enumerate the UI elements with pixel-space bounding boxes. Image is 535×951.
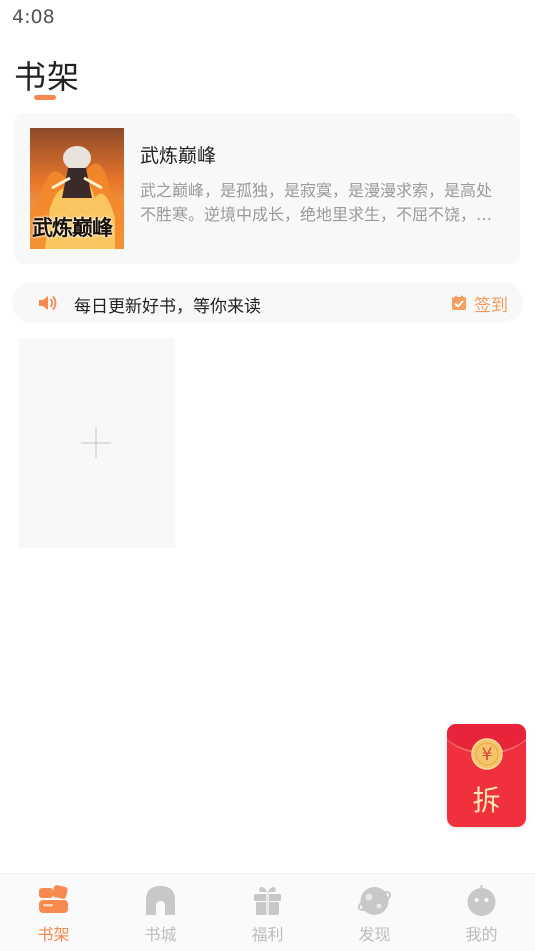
book-cover[interactable]: 武炼巅峰 [30,128,124,249]
book-title: 武炼巅峰 [140,145,217,167]
speaker-icon [39,296,57,310]
checkin-label: 签到 [474,295,508,316]
tab-bookstore[interactable]: 书城 [107,874,214,951]
checkbox-icon [452,295,466,310]
cover-title-text: 武炼巅峰 [32,215,113,240]
profile-icon [467,885,496,916]
coin-icon: ¥ [471,738,503,770]
red-packet-button[interactable]: ¥ 拆 [447,724,526,827]
red-packet-label: 拆 [472,784,501,817]
tab-label: 我的 [465,925,498,944]
tab-bookshelf[interactable]: 书架 [0,874,107,951]
coin-symbol: ¥ [482,745,493,765]
tab-welfare[interactable]: 福利 [214,874,321,951]
tab-profile[interactable]: 我的 [428,874,535,951]
featured-book-card[interactable]: 武炼巅峰 武炼巅峰 武之巅峰，是孤独，是寂寞，是漫漫求索，是高处不胜寒。逆境中成… [14,113,520,264]
tab-label: 福利 [251,925,284,944]
tab-discover[interactable]: 发现 [321,874,428,951]
add-book-tile[interactable] [18,338,175,548]
discover-icon [358,887,391,915]
tab-label: 书城 [144,925,177,944]
status-time: 4:08 [12,6,55,28]
book-description: 武之巅峰，是孤独，是寂寞，是漫漫求索，是高处不胜寒。逆境中成长，绝地里求生，不屈… [140,181,493,224]
notice-bar: 每日更新好书，等你来读 签到 [12,282,523,323]
tab-label: 发现 [358,925,391,944]
bookshelf-icon [39,885,68,913]
plus-icon [81,428,111,458]
gift-icon [254,887,281,915]
checkin-button[interactable]: 签到 [451,291,508,316]
bookstore-icon [146,886,175,915]
page-title: 书架 [14,58,81,96]
title-underline [34,95,56,100]
bottom-tab-bar: 书架 书城 福利 发现 我的 [0,873,535,951]
notice-text: 每日更新好书，等你来读 [74,297,261,317]
tab-label: 书架 [37,925,70,944]
